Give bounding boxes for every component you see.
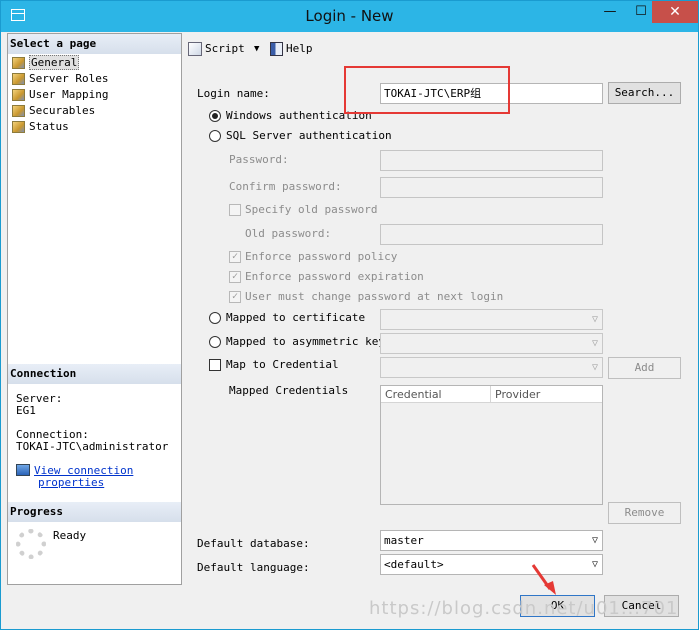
- must-change-label: User must change password at next login: [245, 290, 504, 303]
- help-icon: [270, 42, 283, 56]
- script-icon: [188, 42, 202, 56]
- windows-auth-radio[interactable]: [209, 110, 221, 122]
- red-arrow-icon: [531, 564, 556, 595]
- script-button[interactable]: Script: [188, 41, 245, 57]
- search-button[interactable]: Search...: [608, 82, 681, 104]
- page-icon: [12, 57, 25, 69]
- page-label: Status: [29, 120, 69, 133]
- chevron-down-icon: ▽: [591, 362, 598, 373]
- page-label: Server Roles: [29, 72, 109, 85]
- page-label: General: [29, 55, 80, 70]
- mapped-asym-label[interactable]: Mapped to asymmetric key: [226, 335, 385, 348]
- watermark: https://blog.csdn.net/u01...701: [369, 598, 679, 619]
- highlight-box: [344, 66, 510, 114]
- page-securables[interactable]: Securables: [12, 103, 95, 119]
- map-credential-checkbox[interactable]: [209, 359, 221, 371]
- login-name-label: Login name:: [197, 87, 270, 100]
- specify-old-password-checkbox[interactable]: [229, 204, 241, 216]
- enforce-expiration-label: Enforce password expiration: [245, 270, 424, 283]
- enforce-policy-label: Enforce password policy: [245, 250, 398, 263]
- help-button[interactable]: Help: [270, 41, 313, 57]
- script-dropdown-icon[interactable]: ▼: [254, 41, 259, 57]
- specify-old-password-label: Specify old password: [245, 203, 378, 216]
- help-label: Help: [286, 42, 313, 55]
- server-value: EG1: [16, 404, 36, 417]
- connection-value: TOKAI-JTC\administrator: [16, 440, 169, 453]
- login-dialog: Login - New — ☐ ✕ Select a page General …: [0, 0, 699, 630]
- mapped-cert-radio[interactable]: [209, 312, 221, 324]
- old-password-label: Old password:: [245, 227, 332, 240]
- mapped-credentials-label: Mapped Credentials: [229, 384, 349, 397]
- default-language-label: Default language:: [197, 561, 310, 574]
- old-password-input[interactable]: [380, 224, 603, 245]
- chevron-down-icon: ▽: [591, 338, 598, 349]
- chevron-down-icon: ▽: [591, 559, 598, 570]
- default-language-select[interactable]: <default> ▽: [380, 554, 603, 575]
- minimize-button[interactable]: —: [595, 1, 625, 23]
- must-change-checkbox[interactable]: ✓: [229, 291, 241, 303]
- progress-header: Progress: [8, 502, 181, 522]
- default-database-label: Default database:: [197, 537, 310, 550]
- grid-col-credential[interactable]: Credential: [381, 386, 491, 403]
- add-button[interactable]: Add: [608, 357, 681, 379]
- mapped-cert-label[interactable]: Mapped to certificate: [226, 311, 365, 324]
- window-title: Login - New: [305, 7, 394, 25]
- certificate-select[interactable]: ▽: [380, 309, 603, 330]
- connection-header: Connection: [8, 364, 181, 384]
- page-general[interactable]: General: [12, 55, 80, 71]
- page-user-mapping[interactable]: User Mapping: [12, 87, 108, 103]
- mapped-asym-radio[interactable]: [209, 336, 221, 348]
- default-database-select[interactable]: master ▽: [380, 530, 603, 551]
- asymmetric-key-select[interactable]: ▽: [380, 333, 603, 354]
- page-label: User Mapping: [29, 88, 109, 101]
- progress-spinner-icon: [16, 529, 46, 559]
- chevron-down-icon: ▽: [591, 314, 598, 325]
- enforce-policy-checkbox[interactable]: ✓: [229, 251, 241, 263]
- page-icon: [12, 89, 25, 101]
- confirm-password-input[interactable]: [380, 177, 603, 198]
- left-pane: Select a page General Server Roles User …: [7, 33, 182, 585]
- page-icon: [12, 73, 25, 85]
- sql-auth-label[interactable]: SQL Server authentication: [226, 129, 392, 142]
- sql-auth-radio[interactable]: [209, 130, 221, 142]
- page-server-roles[interactable]: Server Roles: [12, 71, 108, 87]
- default-language-value: <default>: [384, 558, 444, 571]
- page-icon: [12, 105, 25, 117]
- grid-col-provider[interactable]: Provider: [491, 386, 602, 403]
- map-credential-label[interactable]: Map to Credential: [226, 358, 339, 371]
- script-label: Script: [205, 42, 245, 55]
- page-status[interactable]: Status: [12, 119, 69, 135]
- view-link-line2[interactable]: properties: [38, 476, 104, 489]
- remove-button[interactable]: Remove: [608, 502, 681, 524]
- select-page-header: Select a page: [8, 34, 181, 54]
- connection-properties-icon: [16, 464, 30, 476]
- password-label: Password:: [229, 153, 289, 166]
- close-button[interactable]: ✕: [652, 1, 698, 23]
- progress-status: Ready: [53, 529, 87, 542]
- page-label: Securables: [29, 104, 96, 117]
- mapped-credentials-grid[interactable]: Credential Provider: [380, 385, 603, 505]
- page-icon: [12, 121, 25, 133]
- title-bar[interactable]: Login - New — ☐ ✕: [1, 1, 698, 32]
- credential-select[interactable]: ▽: [380, 357, 603, 378]
- default-database-value: master: [384, 534, 424, 547]
- password-input[interactable]: [380, 150, 603, 171]
- confirm-password-label: Confirm password:: [229, 180, 342, 193]
- toolbar: Script ▼ Help: [182, 35, 696, 63]
- chevron-down-icon: ▽: [591, 535, 598, 546]
- enforce-expiration-checkbox[interactable]: ✓: [229, 271, 241, 283]
